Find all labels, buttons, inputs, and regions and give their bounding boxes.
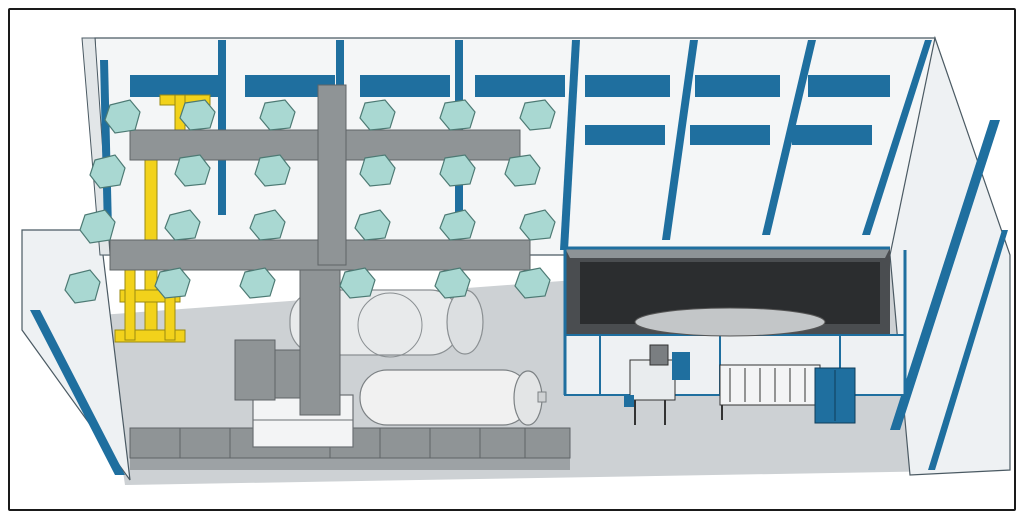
workshop-diagram <box>8 8 1016 511</box>
control-cabinet <box>814 367 856 424</box>
horizontal-storage-tank <box>359 369 547 426</box>
